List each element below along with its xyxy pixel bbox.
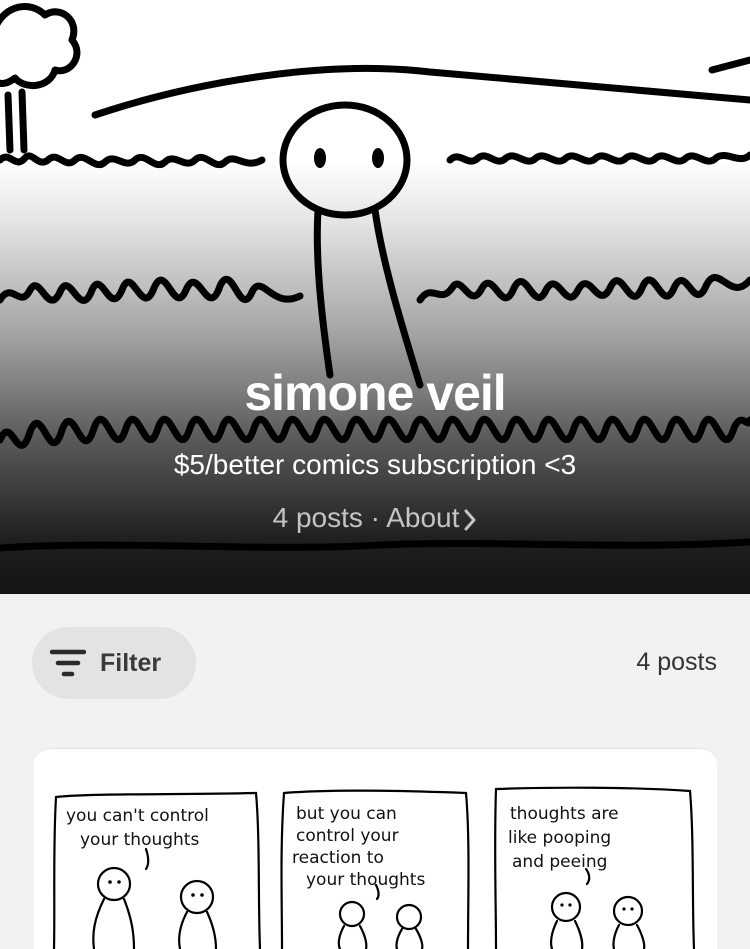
panel-2-line-1: but you can [296,804,397,824]
post-count: 4 posts [636,648,717,676]
creator-tagline: $5/better comics subscription <3 [173,449,577,480]
about-link[interactable]: About [386,502,477,533]
panel-2-line-3: reaction to [292,848,384,868]
chevron-right-icon [464,509,476,531]
filter-label: Filter [100,648,162,677]
filter-button[interactable]: Filter [32,627,196,699]
creator-banner: simone veil $5/better comics subscriptio… [0,0,750,594]
header-post-count: 4 posts [272,502,363,533]
about-label: About [386,502,460,533]
panel-2-line-2: control your [296,826,399,846]
panel-3-line-2: like pooping [508,828,611,848]
meta-separator: · [370,502,380,533]
post-comic-image: you can't control your thoughts but you … [52,786,696,949]
panel-1-line-2: your thoughts [80,830,199,850]
panel-1-line-1: you can't control [66,806,209,826]
panel-2-line-4: your thoughts [306,870,425,890]
panel-3-line-3: and peeing [512,852,607,872]
creator-name: simone veil [244,365,506,421]
creator-meta-row: 4 posts · About [0,502,750,534]
panel-3-line-1: thoughts are [510,804,619,824]
post-card[interactable]: you can't control your thoughts but you … [34,748,717,949]
filter-icon [50,649,86,677]
